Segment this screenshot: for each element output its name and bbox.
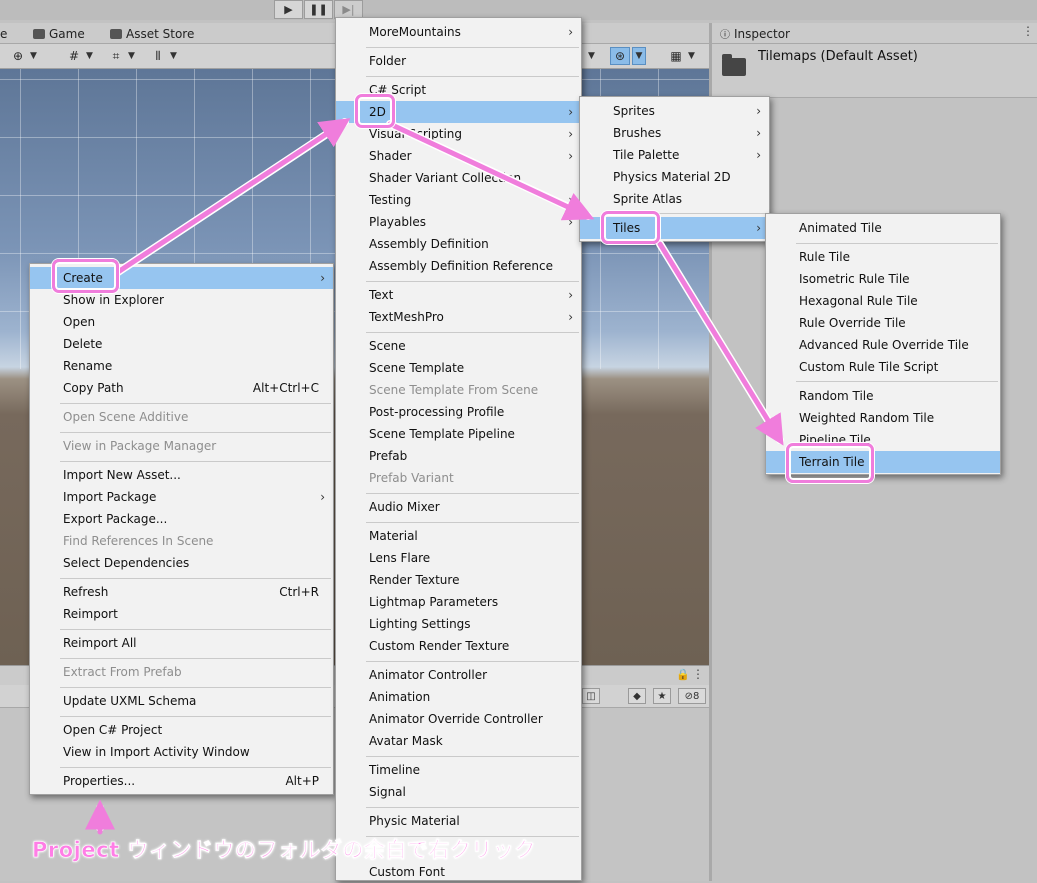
arrow-tiles-to-terrain bbox=[657, 241, 784, 446]
highlight-create bbox=[52, 259, 119, 293]
highlight-2d bbox=[355, 94, 395, 128]
arrow-2d-to-tiles bbox=[387, 121, 595, 221]
instruction-caption: Project ウィンドウのフォルダの余白で右クリック bbox=[32, 838, 536, 863]
highlight-terrain-tile bbox=[786, 443, 874, 483]
annotation-arrows bbox=[85, 118, 784, 835]
arrow-create-to-2d bbox=[115, 118, 351, 275]
highlight-tiles bbox=[601, 211, 660, 244]
